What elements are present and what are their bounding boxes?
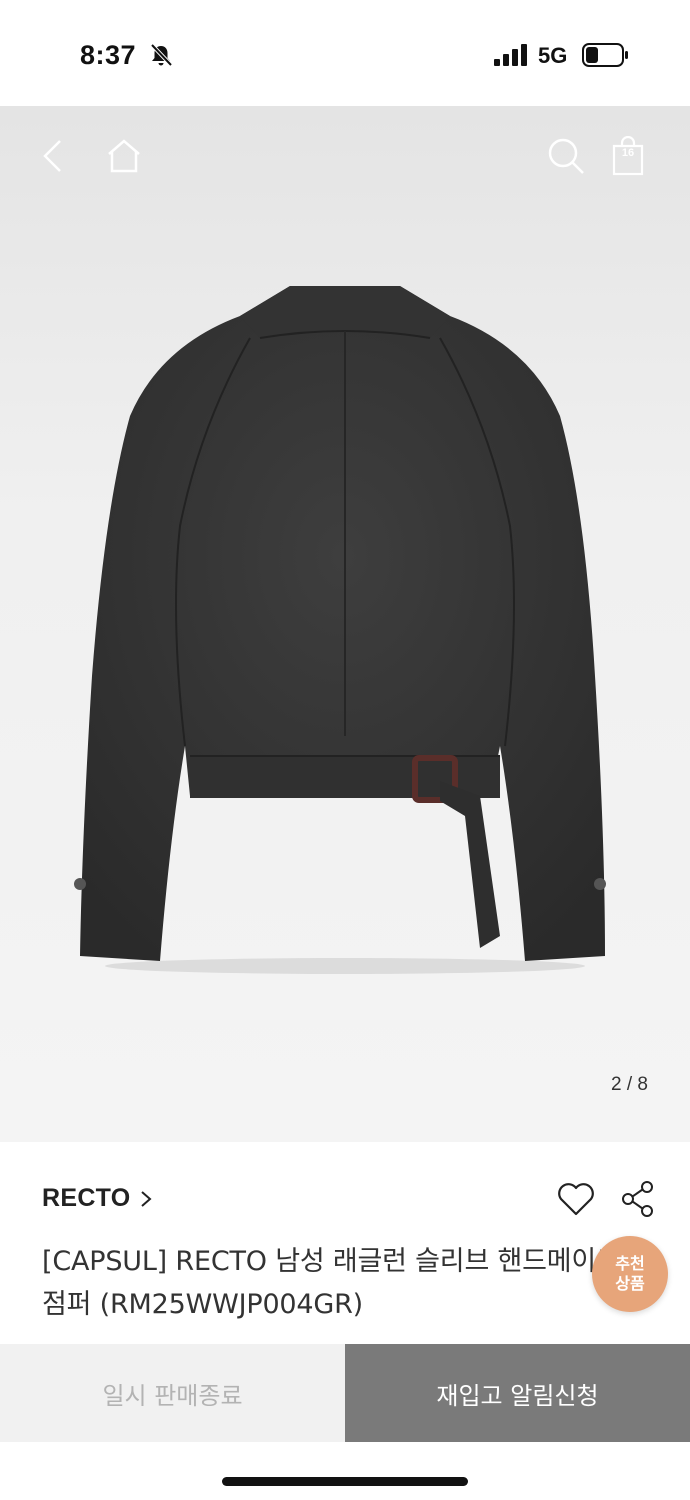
recommend-badge-line2: 상품 <box>615 1274 645 1293</box>
restock-alert-button[interactable]: 재입고 알림신청 <box>345 1344 690 1442</box>
soldout-button: 일시 판매종료 <box>0 1344 345 1442</box>
home-indicator[interactable] <box>222 1477 468 1486</box>
status-time: 8:37 <box>80 40 137 70</box>
gallery-counter: 2 / 8 <box>611 1074 648 1096</box>
product-image <box>74 286 606 974</box>
gallery-current: 2 <box>611 1074 622 1095</box>
brand-name: RECTO <box>42 1184 131 1212</box>
bag-count: 16 <box>621 147 635 159</box>
gallery-separator: / <box>626 1074 633 1095</box>
home-button[interactable] <box>102 134 146 178</box>
home-icon <box>108 139 140 173</box>
back-icon <box>43 140 61 172</box>
search-icon <box>548 138 584 174</box>
action-bar: 일시 판매종료 재입고 알림신청 <box>0 1344 690 1442</box>
heart-icon[interactable] <box>556 1180 596 1218</box>
signal-icon <box>494 44 527 66</box>
search-button[interactable] <box>544 134 588 178</box>
shopping-bag-button[interactable]: 16 <box>606 134 650 178</box>
product-title: [CAPSUL] RECTO 남성 래글런 슬리브 핸드메이드 점퍼 (RM25… <box>42 1246 621 1320</box>
brand-link[interactable]: RECTO <box>42 1184 153 1213</box>
gallery-total: 8 <box>637 1074 648 1095</box>
network-type: 5G <box>538 43 568 68</box>
battery-icon <box>582 43 628 67</box>
recommend-badge-line1: 추천 <box>615 1254 645 1273</box>
product-info: RECTO [CAPSUL] RECTO 남성 래글런 슬리브 핸드메이드 점퍼… <box>0 1142 690 1342</box>
product-image-gallery[interactable]: 16 2 / 8 <box>0 106 690 1142</box>
recommended-products-button[interactable]: 추천 상품 <box>592 1236 668 1312</box>
chevron-right-icon <box>140 1190 152 1207</box>
status-bar: 8:37 5G <box>0 0 690 106</box>
bell-off-icon <box>150 43 173 67</box>
back-button[interactable] <box>30 134 74 178</box>
share-icon[interactable] <box>620 1180 656 1218</box>
